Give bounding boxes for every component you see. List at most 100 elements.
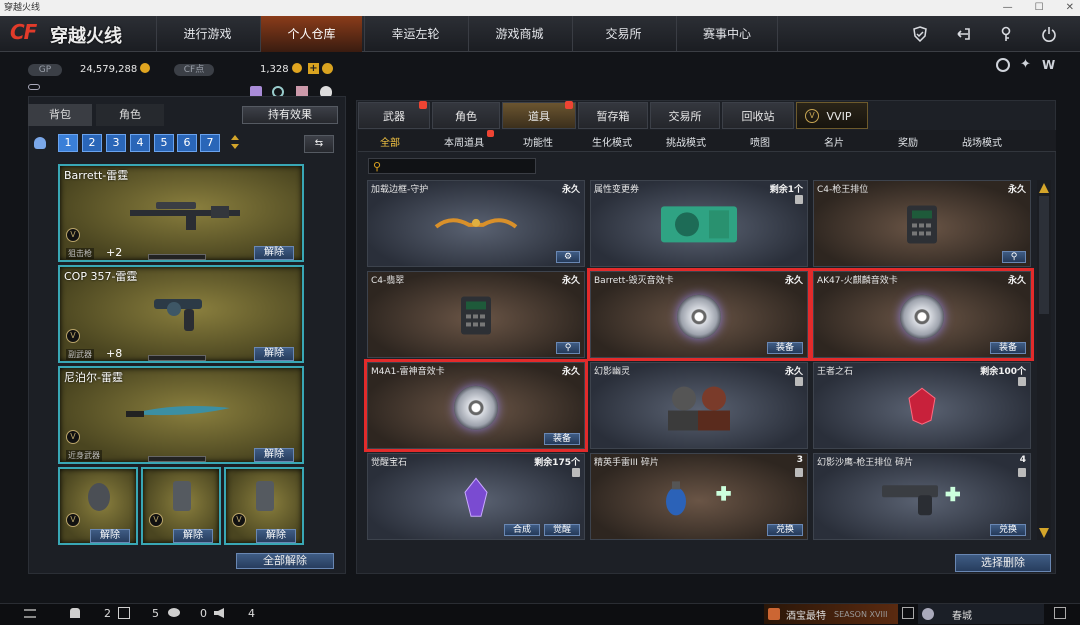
loadout-icon[interactable]: [34, 137, 46, 149]
weapon-card-secondary[interactable]: COP 357-雷霆 V 副武器 +8 解除: [58, 265, 304, 363]
filter-all[interactable]: 全部: [380, 134, 400, 150]
filter-cards[interactable]: 名片: [824, 134, 844, 150]
inventory-item[interactable]: 幻影沙鹰-枪王排位 碎片 4 兑换: [813, 453, 1031, 540]
promo-banner-1[interactable]: 酒宝最特 SEASON XVIII: [764, 604, 898, 624]
select-delete-button[interactable]: 选择删除: [955, 554, 1051, 572]
inventory-item[interactable]: 精英手雷III 碎片 3 兑换: [590, 453, 808, 540]
tab-items[interactable]: 道具: [502, 101, 576, 129]
w-logo-icon[interactable]: W: [1042, 58, 1056, 72]
inventory-item[interactable]: Barrett-毁灭音效卡 永久 装备: [587, 268, 811, 361]
filter-functional[interactable]: 功能性: [523, 134, 553, 150]
item-action-button[interactable]: 兑换: [990, 524, 1026, 536]
inventory-item[interactable]: AK47-火麒麟音效卡 永久 装备: [810, 268, 1034, 361]
trash-icon[interactable]: [795, 468, 803, 477]
scrollbar-thumb[interactable]: [1039, 196, 1049, 314]
inventory-item[interactable]: C4-翡翠 永久 ⚲: [367, 271, 585, 358]
trash-icon[interactable]: [572, 468, 580, 477]
target-icon[interactable]: [996, 58, 1010, 72]
unequip-button[interactable]: 解除: [90, 529, 130, 543]
chat-icon[interactable]: [168, 608, 180, 617]
subtab-backpack[interactable]: 背包: [28, 104, 92, 126]
page-6-button[interactable]: 6: [177, 134, 197, 152]
filter-challenge[interactable]: 挑战模式: [666, 134, 706, 150]
inventory-item[interactable]: 幻影幽灵 永久: [590, 362, 808, 449]
tab-exchange[interactable]: 交易所: [650, 102, 720, 129]
trash-icon[interactable]: [1018, 377, 1026, 386]
close-button[interactable]: ✕: [1066, 0, 1074, 16]
promo-banner-2[interactable]: 春城: [918, 604, 1044, 624]
unequip-button[interactable]: 解除: [173, 529, 213, 543]
page-7-button[interactable]: 7: [200, 134, 220, 152]
weapon-card-primary[interactable]: Barrett-雷霆 V 狙击枪 +2 解除: [58, 164, 304, 262]
inventory-item[interactable]: 王者之石 剩余100个: [813, 362, 1031, 449]
grenade-slot-2[interactable]: V 解除: [141, 467, 221, 545]
minimize-button[interactable]: —: [1003, 0, 1013, 16]
menu-icon[interactable]: [24, 609, 36, 618]
key-icon[interactable]: [993, 22, 1019, 46]
unequip-button[interactable]: 解除: [254, 246, 294, 260]
grenade-slot-3[interactable]: V 解除: [224, 467, 304, 545]
expand-icon[interactable]: [1054, 607, 1066, 619]
filter-spray[interactable]: 喷图: [750, 134, 770, 150]
page-stepper[interactable]: [231, 135, 239, 151]
trash-icon[interactable]: [1018, 468, 1026, 477]
item-action-button[interactable]: 装备: [544, 433, 580, 445]
expand-icon[interactable]: [902, 607, 914, 619]
item-action-button[interactable]: 兑换: [767, 524, 803, 536]
inspect-icon[interactable]: ⚲: [556, 342, 580, 354]
page-3-button[interactable]: 3: [106, 134, 126, 152]
item-action-button[interactable]: 装备: [990, 342, 1026, 354]
inventory-item[interactable]: C4-枪王排位 永久 ⚲: [813, 180, 1031, 267]
unequip-all-button[interactable]: 全部解除: [236, 553, 334, 569]
friends-icon[interactable]: [70, 608, 80, 618]
recharge-plus-icon[interactable]: +: [308, 63, 319, 74]
trash-icon[interactable]: [795, 195, 803, 204]
tab-weapons[interactable]: 武器: [358, 101, 430, 129]
filter-weekly[interactable]: 本周道具: [444, 130, 494, 150]
settings-icon[interactable]: ⚙: [556, 251, 580, 263]
refresh-coin-icon[interactable]: [322, 63, 333, 74]
search-input[interactable]: ⚲: [368, 158, 536, 174]
chevron-down-icon[interactable]: [231, 144, 239, 149]
clan-icon[interactable]: [118, 607, 130, 619]
tab-characters[interactable]: 角色: [432, 102, 500, 129]
tab-recycle-bin[interactable]: 回收站: [722, 102, 794, 129]
nav-tab-lucky-revolver[interactable]: 幸运左轮: [364, 16, 466, 52]
page-5-button[interactable]: 5: [154, 134, 174, 152]
item-action-button[interactable]: 装备: [767, 342, 803, 354]
nav-tab-events[interactable]: 赛事中心: [676, 16, 778, 52]
star-icon[interactable]: ✦: [1020, 58, 1034, 72]
filter-rewards[interactable]: 奖励: [898, 134, 918, 150]
grenade-slot-1[interactable]: V 解除: [58, 467, 138, 545]
nav-tab-exchange[interactable]: 交易所: [572, 16, 674, 52]
nav-tab-play[interactable]: 进行游戏: [156, 16, 258, 52]
power-icon[interactable]: [1036, 22, 1062, 46]
owned-effects-button[interactable]: 持有效果: [242, 106, 338, 124]
maximize-button[interactable]: ☐: [1035, 0, 1044, 16]
page-4-button[interactable]: 4: [130, 134, 150, 152]
nav-tab-inventory[interactable]: 个人仓库: [260, 16, 362, 52]
inventory-item[interactable]: 属性变更券 剩余1个: [590, 180, 808, 267]
filter-zombie[interactable]: 生化模式: [592, 134, 632, 150]
subtab-character[interactable]: 角色: [96, 104, 164, 126]
inventory-item[interactable]: M4A1-雷神音效卡 永久 装备: [364, 359, 588, 452]
inspect-icon[interactable]: ⚲: [1002, 251, 1026, 263]
tab-vvip[interactable]: V VVIP: [796, 102, 868, 129]
transfer-button[interactable]: ⇆: [304, 135, 334, 153]
weapon-card-melee[interactable]: 尼泊尔-雷霆 V 近身武器 解除: [58, 366, 304, 464]
inventory-item[interactable]: 觉醒宝石 剩余175个 觉醒 合成: [367, 453, 585, 540]
page-1-button[interactable]: 1: [58, 134, 78, 152]
nav-tab-shop[interactable]: 游戏商城: [468, 16, 570, 52]
shield-icon[interactable]: [907, 22, 933, 46]
exit-icon[interactable]: [950, 22, 976, 46]
chevron-up-icon[interactable]: [231, 135, 239, 140]
unequip-button[interactable]: 解除: [254, 347, 294, 361]
unequip-button[interactable]: 解除: [256, 529, 296, 543]
page-2-button[interactable]: 2: [82, 134, 102, 152]
tab-storage[interactable]: 暂存箱: [578, 102, 648, 129]
inventory-item[interactable]: 加载边框-守护 永久 ⚙: [367, 180, 585, 267]
filter-battlefield[interactable]: 战场模式: [962, 134, 1002, 150]
trash-icon[interactable]: [795, 377, 803, 386]
item-action-button[interactable]: 合成: [504, 524, 540, 536]
unequip-button[interactable]: 解除: [254, 448, 294, 462]
